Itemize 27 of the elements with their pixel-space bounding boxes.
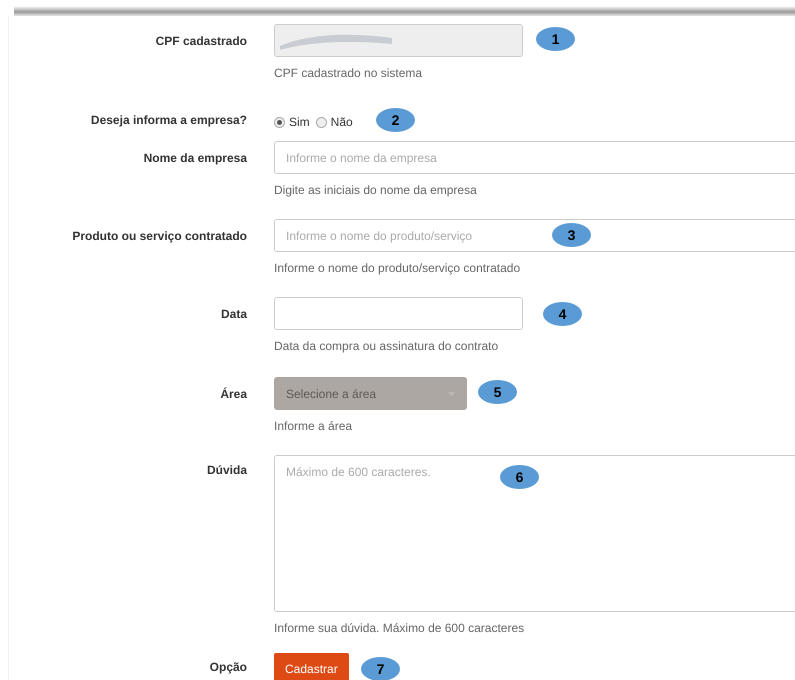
field-label: Deseja informa a empresa? — [90, 113, 247, 129]
help-text: Digite as iniciais do nome da empresa — [274, 183, 477, 197]
field-label: Área — [219, 386, 247, 403]
help-text: Data da compra ou assinatura do contrato — [274, 339, 498, 353]
radio-button[interactable] — [316, 116, 327, 128]
date-field[interactable] — [274, 297, 523, 330]
help-text: CPF cadastrado no sistema — [274, 66, 422, 80]
field-label: Produto ou serviço contratado — [71, 228, 247, 245]
field-label: Data — [220, 306, 247, 323]
field-label: Opção — [208, 659, 247, 676]
step-number-badge: 7 — [361, 657, 400, 680]
field-label: CPF cadastrado — [154, 33, 247, 50]
field-label: Nome da empresa — [142, 150, 247, 167]
step-number-badge: 1 — [536, 27, 575, 51]
help-text: Informe a área — [274, 419, 352, 433]
help-text: Informe sua dúvida. Máximo de 600 caracteres — [274, 621, 524, 635]
radio-button[interactable] — [274, 116, 285, 128]
text-field[interactable]: Informe o nome da empresa — [274, 141, 795, 174]
submit-button[interactable]: Cadastrar — [274, 653, 349, 680]
step-number-badge: 5 — [478, 380, 517, 404]
help-text: Informe o nome do produto/serviço contratado — [274, 261, 520, 275]
radio-label[interactable]: Sim — [289, 115, 310, 129]
step-number-badge: 2 — [376, 108, 415, 132]
step-number-badge: 4 — [543, 302, 582, 326]
cpf-field[interactable] — [274, 24, 523, 57]
radio-label[interactable]: Não — [330, 115, 353, 129]
field-label: Dúvida — [206, 462, 247, 479]
